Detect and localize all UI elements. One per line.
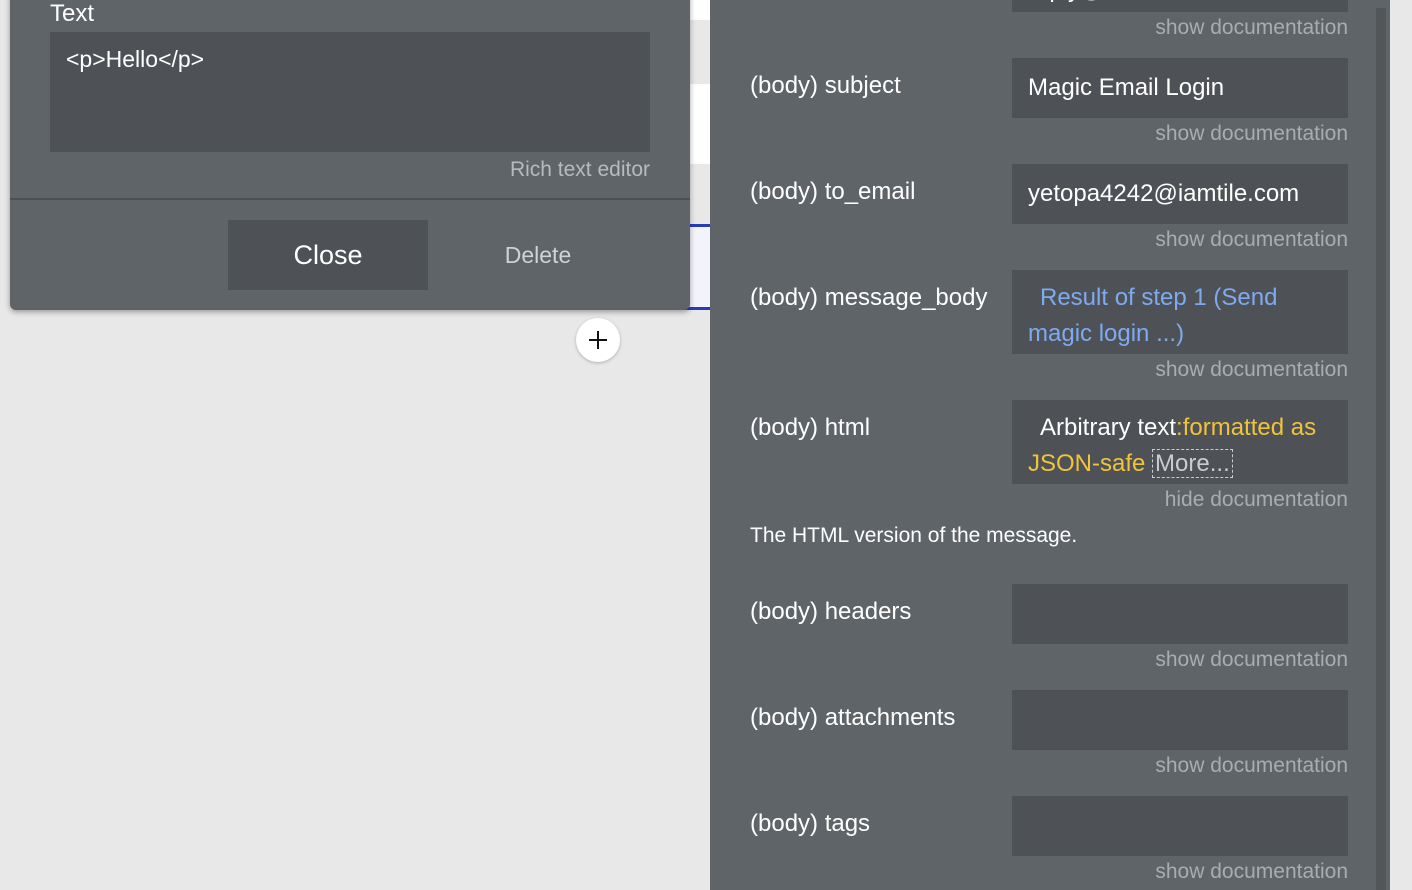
- attachments-doc-link[interactable]: show documentation: [1155, 754, 1348, 778]
- to-email-doc-link[interactable]: show documentation: [1155, 228, 1348, 252]
- subject-doc-link[interactable]: show documentation: [1155, 122, 1348, 146]
- tags-input[interactable]: [1012, 796, 1348, 856]
- html-documentation-text: The HTML version of the message.: [750, 524, 1078, 547]
- canvas-element-middle: [690, 84, 710, 164]
- canvas-element-top: [690, 0, 710, 20]
- show-documentation-link[interactable]: show documentation: [1155, 16, 1348, 40]
- divider: [10, 198, 690, 200]
- headers-doc-link[interactable]: show documentation: [1155, 648, 1348, 672]
- more-button[interactable]: More...: [1152, 449, 1233, 478]
- html-input[interactable]: Arbitrary text:formatted as JSON-safe Mo…: [1012, 400, 1348, 484]
- message-body-label: (body) message_body: [750, 284, 988, 311]
- tags-doc-link[interactable]: show documentation: [1155, 860, 1348, 884]
- text-field-label: Text: [50, 0, 95, 27]
- to-email-label: (body) to_email: [750, 178, 916, 205]
- html-static-text[interactable]: Arbitrary text: [1040, 414, 1176, 441]
- plus-icon: [589, 331, 607, 349]
- to-email-input[interactable]: yetopa4242@iamtile.com: [1012, 164, 1348, 224]
- headers-input[interactable]: [1012, 584, 1348, 644]
- attachments-input[interactable]: [1012, 690, 1348, 750]
- workflow-action-properties-panel: reply@eventsinsbhoi.com show documentati…: [710, 0, 1390, 890]
- attachments-label: (body) attachments: [750, 704, 956, 731]
- message-body-input[interactable]: Result of step 1 (Send magic login ...): [1012, 270, 1348, 354]
- tags-label: (body) tags: [750, 810, 871, 837]
- subject-input[interactable]: Magic Email Login: [1012, 58, 1348, 118]
- hide-documentation-link[interactable]: hide documentation: [1165, 488, 1348, 512]
- close-button[interactable]: Close: [228, 220, 428, 290]
- subject-value: Magic Email Login: [1028, 74, 1225, 101]
- from-email-input[interactable]: reply@eventsinsbhoi.com: [1012, 0, 1348, 12]
- message-body-doc-link[interactable]: show documentation: [1155, 358, 1348, 382]
- panel-scrollbar[interactable]: [1376, 8, 1386, 890]
- rich-text-editor-link[interactable]: Rich text editor: [510, 158, 650, 182]
- headers-label: (body) headers: [750, 598, 912, 625]
- message-body-dynamic-value[interactable]: Result of step 1 (Send magic login ...): [1028, 284, 1277, 347]
- text-editor-popup: Text <p>Hello</p> Rich text editor Close…: [10, 0, 690, 310]
- add-action-button[interactable]: [576, 318, 620, 362]
- delete-button[interactable]: Delete: [458, 220, 618, 290]
- to-email-value: yetopa4242@iamtile.com: [1028, 180, 1300, 207]
- text-input[interactable]: <p>Hello</p>: [50, 32, 650, 152]
- html-label: (body) html: [750, 414, 871, 441]
- subject-label: (body) subject: [750, 72, 901, 99]
